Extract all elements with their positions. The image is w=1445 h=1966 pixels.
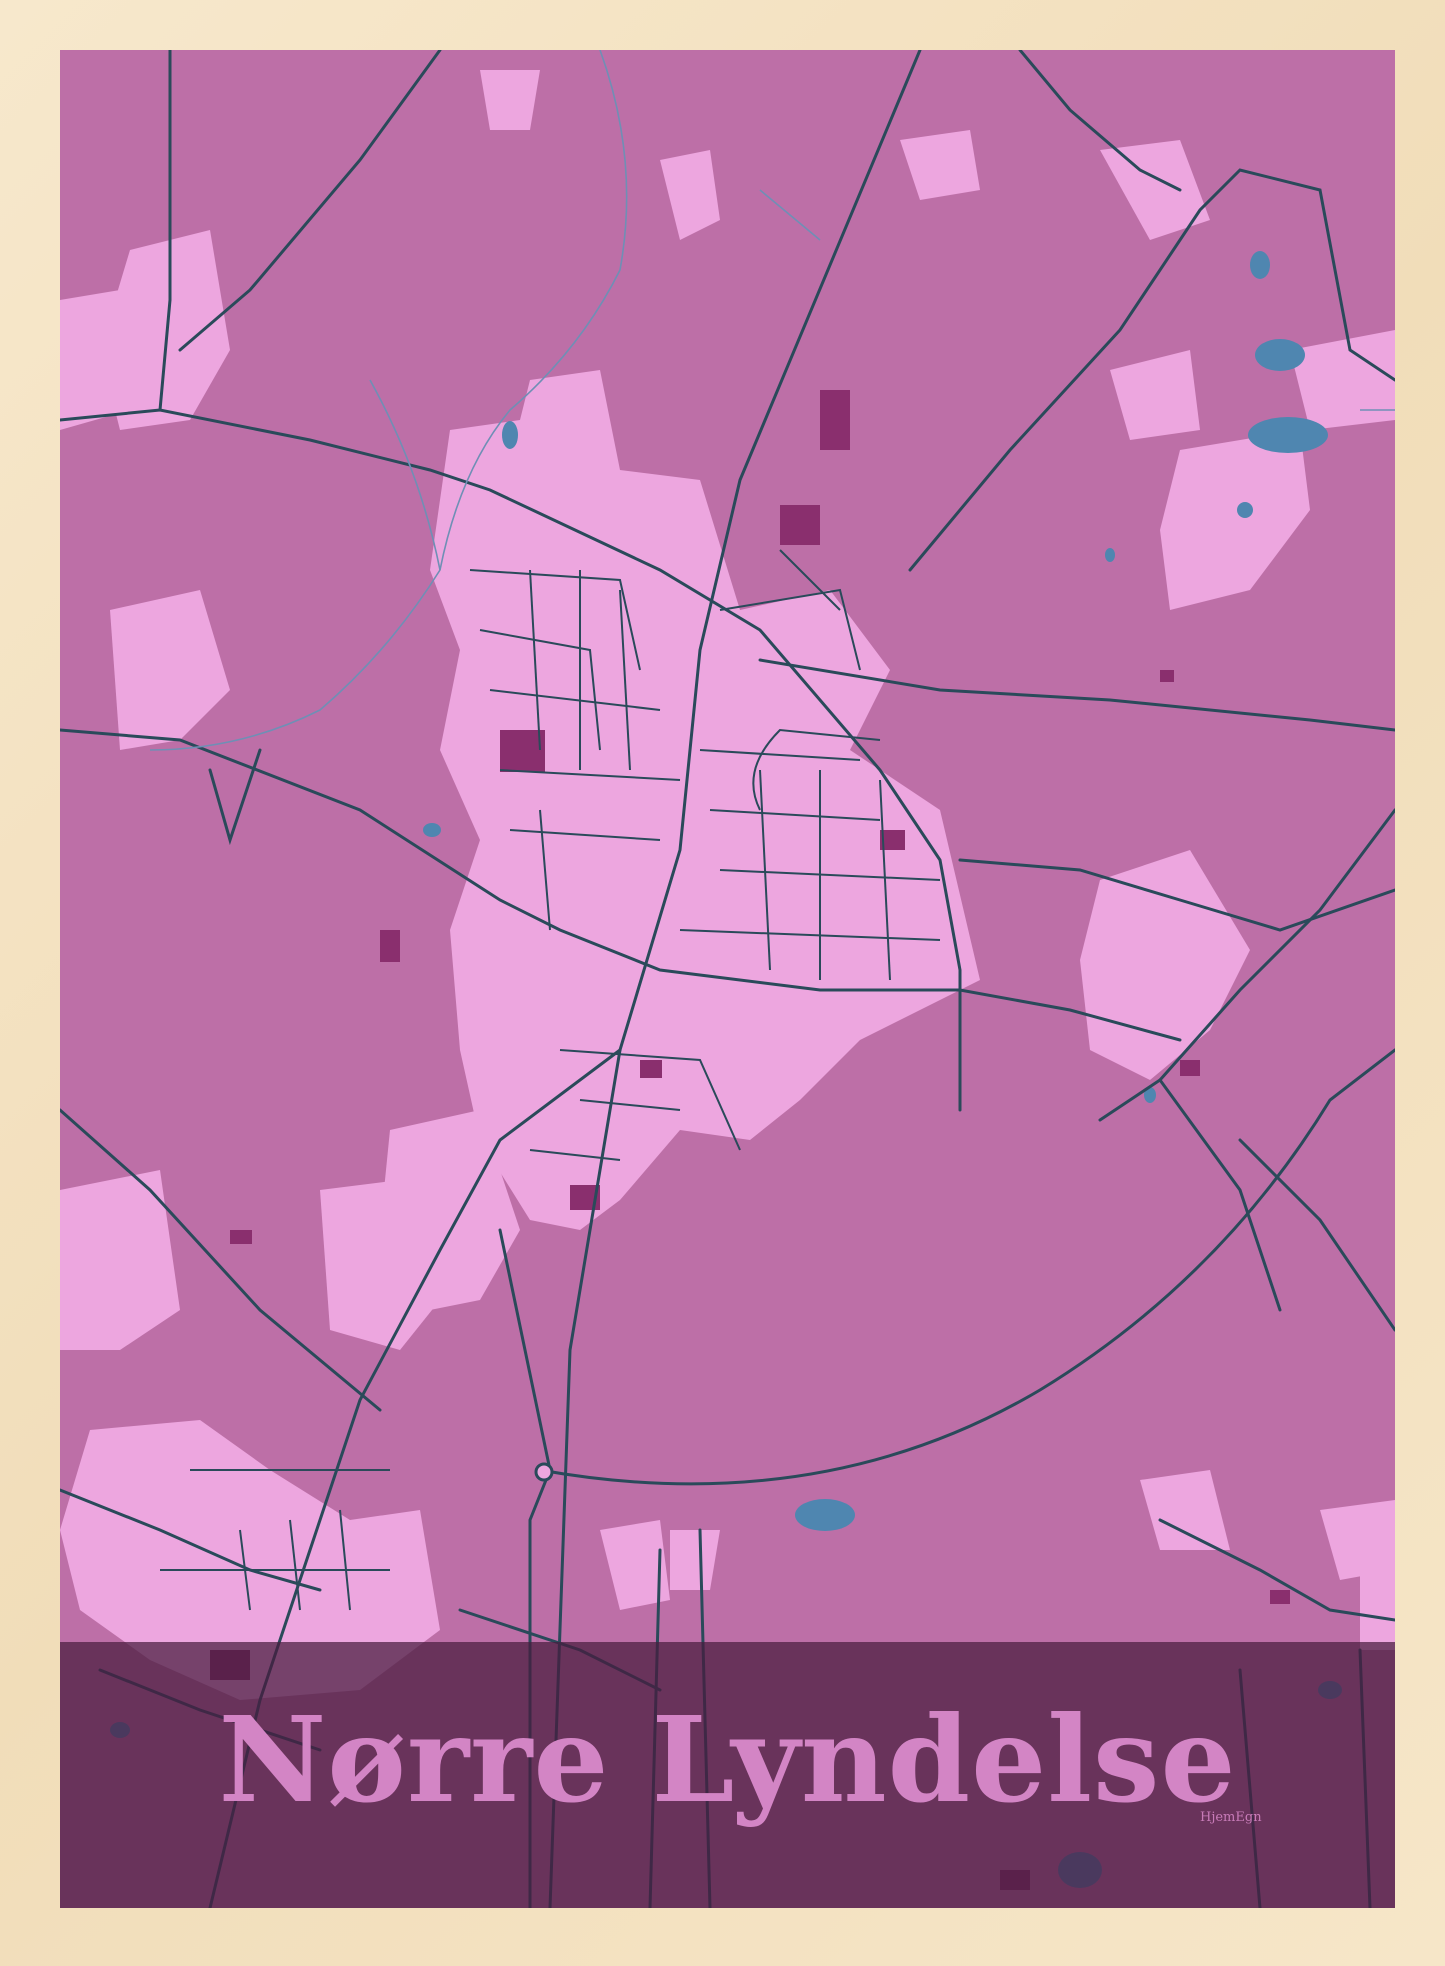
roundabout xyxy=(534,1462,554,1482)
map-canvas xyxy=(60,50,1395,1908)
wooden-frame: Nørre Lyndelse HjemEgn xyxy=(0,0,1445,1966)
poster-title: Nørre Lyndelse xyxy=(218,1690,1237,1829)
brand-signature: HjemEgn xyxy=(1200,1810,1262,1825)
map-poster: Nørre Lyndelse HjemEgn xyxy=(60,50,1395,1908)
